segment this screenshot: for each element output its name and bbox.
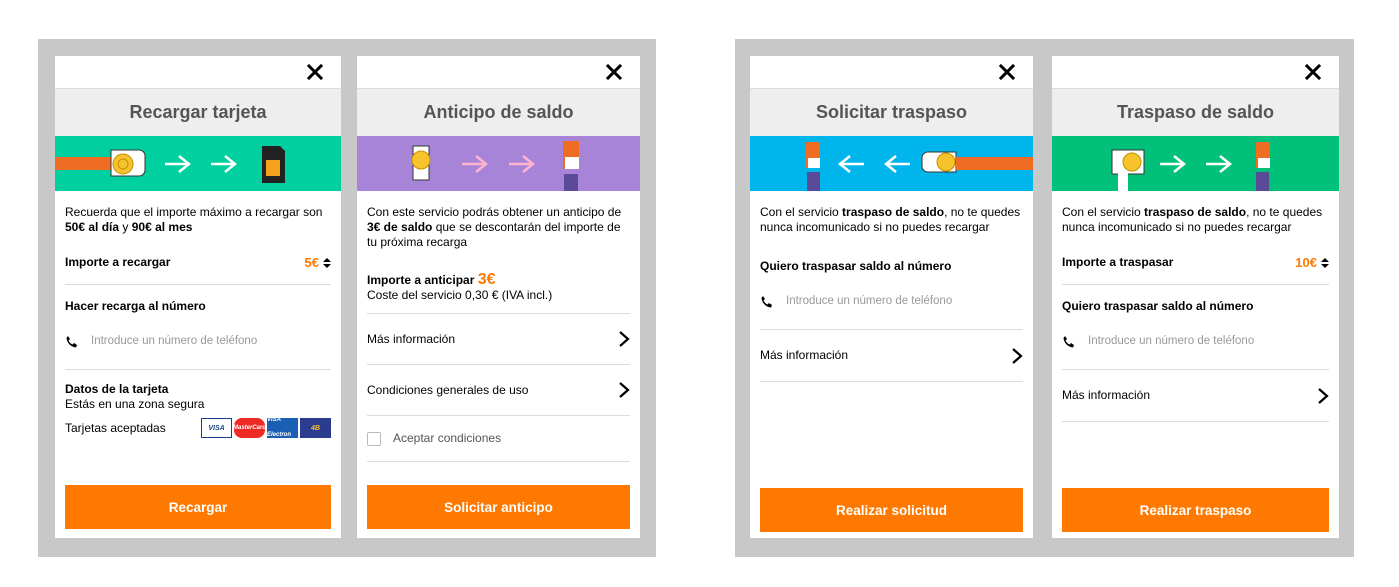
advance-banner-illustration — [357, 136, 640, 191]
more-info-label: Más información — [760, 348, 849, 362]
advance-amount: Importe a anticipar 3€ — [367, 271, 496, 288]
accept-label: Aceptar condiciones — [393, 431, 502, 445]
updown-icon — [1321, 258, 1329, 269]
traspaso-saldo-panel: Traspaso de saldo Con el servicio traspa… — [1052, 56, 1339, 538]
cost-text: Coste del servicio 0,30 € (IVA incl.) — [367, 288, 553, 302]
intro-text: Con el servicio traspaso de saldo, no te… — [760, 205, 1021, 234]
amount-value: 5€ — [304, 254, 319, 270]
phone-input-row[interactable]: Introduce un número de teléfono — [65, 314, 331, 370]
left-screens-group: Recargar tarjeta Recuerda que el importe… — [38, 39, 656, 557]
panel-title: Solicitar traspaso — [750, 88, 1033, 136]
phone-placeholder: Introduce un número de teléfono — [786, 295, 953, 307]
conditions-label: Condiciones generales de uso — [367, 382, 529, 397]
more-info-row[interactable]: Más información — [367, 314, 630, 365]
phone-icon — [66, 335, 77, 347]
more-info-label: Más información — [1062, 388, 1151, 402]
transfer-banner-illustration — [1052, 136, 1339, 191]
close-bar — [1052, 56, 1339, 88]
secure-text: Estás en una zona segura — [65, 397, 205, 411]
close-icon[interactable] — [997, 62, 1017, 82]
amount-row: Importe a recargar 5€ — [65, 241, 331, 285]
chevron-right-icon — [619, 382, 630, 398]
conditions-row[interactable]: Condiciones generales de uso — [367, 365, 630, 416]
accepted-cards-label: Tarjetas aceptadas — [65, 420, 166, 435]
solicitar-traspaso-panel: Solicitar traspaso Con el servicio trasp… — [750, 56, 1033, 538]
intro-text: Con el servicio traspaso de saldo, no te… — [1062, 205, 1323, 234]
mastercard-logo: MasterCard — [233, 418, 266, 438]
visa-logo: VISA — [201, 418, 232, 438]
card-data-label: Datos de la tarjeta — [65, 382, 169, 396]
panel-title: Traspaso de saldo — [1052, 88, 1339, 136]
visa-electron-logo: VISA Electron — [267, 417, 298, 438]
phone-input-row[interactable]: Introduce un número de teléfono — [1062, 314, 1329, 370]
more-info-row[interactable]: Más información — [1062, 370, 1329, 422]
close-icon[interactable] — [305, 62, 325, 82]
advance-value: 3€ — [477, 271, 496, 288]
chevron-right-icon — [1318, 387, 1329, 404]
panel-title: Anticipo de saldo — [357, 88, 640, 136]
4b-logo: 4B — [300, 418, 331, 438]
phone-icon — [1063, 335, 1074, 347]
anticipo-panel: Anticipo de saldo Con este servicio podr… — [357, 56, 640, 538]
number-label: Quiero traspasar saldo al número — [760, 259, 952, 273]
number-label: Quiero traspasar saldo al número — [1062, 299, 1254, 313]
amount-label: Importe a recargar — [65, 255, 171, 269]
recargar-button[interactable]: Recargar — [65, 485, 331, 529]
accept-conditions-row[interactable]: Aceptar condiciones — [367, 416, 630, 462]
updown-icon — [323, 258, 331, 269]
number-label: Hacer recarga al número — [65, 299, 206, 313]
chevron-right-icon — [1012, 347, 1023, 364]
close-icon[interactable] — [604, 62, 624, 82]
close-bar — [55, 56, 341, 88]
right-screens-group: Solicitar traspaso Con el servicio trasp… — [735, 39, 1354, 557]
amount-selector[interactable]: 10€ — [1295, 255, 1329, 271]
solicitar-anticipo-button[interactable]: Solicitar anticipo — [367, 485, 630, 529]
recargar-panel: Recargar tarjeta Recuerda que el importe… — [55, 56, 341, 538]
card-logos: VISA MasterCard VISA Electron 4B — [201, 417, 331, 438]
cost-row: Coste del servicio 0,30 € (IVA incl.) — [367, 288, 630, 314]
phone-input-row[interactable]: Introduce un número de teléfono — [760, 274, 1023, 330]
request-transfer-banner-illustration — [750, 136, 1033, 191]
amount-value: 10€ — [1295, 254, 1317, 270]
more-info-row[interactable]: Más información — [760, 330, 1023, 382]
intro-text: Recuerda que el importe máximo a recarga… — [65, 205, 323, 234]
close-icon[interactable] — [1303, 62, 1323, 82]
phone-icon — [761, 295, 772, 307]
more-info-label: Más información — [367, 331, 456, 346]
realizar-solicitud-button[interactable]: Realizar solicitud — [760, 488, 1023, 532]
realizar-traspaso-button[interactable]: Realizar traspaso — [1062, 488, 1329, 532]
accepted-cards-row: Tarjetas aceptadas VISA MasterCard VISA … — [65, 417, 331, 438]
recharge-banner-illustration — [55, 136, 341, 191]
chevron-right-icon — [619, 331, 630, 347]
phone-placeholder: Introduce un número de teléfono — [91, 335, 258, 347]
amount-selector[interactable]: 5€ — [305, 255, 331, 271]
close-bar — [750, 56, 1033, 88]
accept-checkbox[interactable] — [367, 431, 381, 446]
amount-row: Importe a traspasar 10€ — [1062, 241, 1329, 285]
phone-placeholder: Introduce un número de teléfono — [1088, 335, 1255, 347]
close-bar — [357, 56, 640, 88]
panel-title: Recargar tarjeta — [55, 88, 341, 136]
amount-label: Importe a traspasar — [1062, 255, 1174, 269]
intro-text: Con este servicio podrás obtener un anti… — [367, 205, 622, 249]
